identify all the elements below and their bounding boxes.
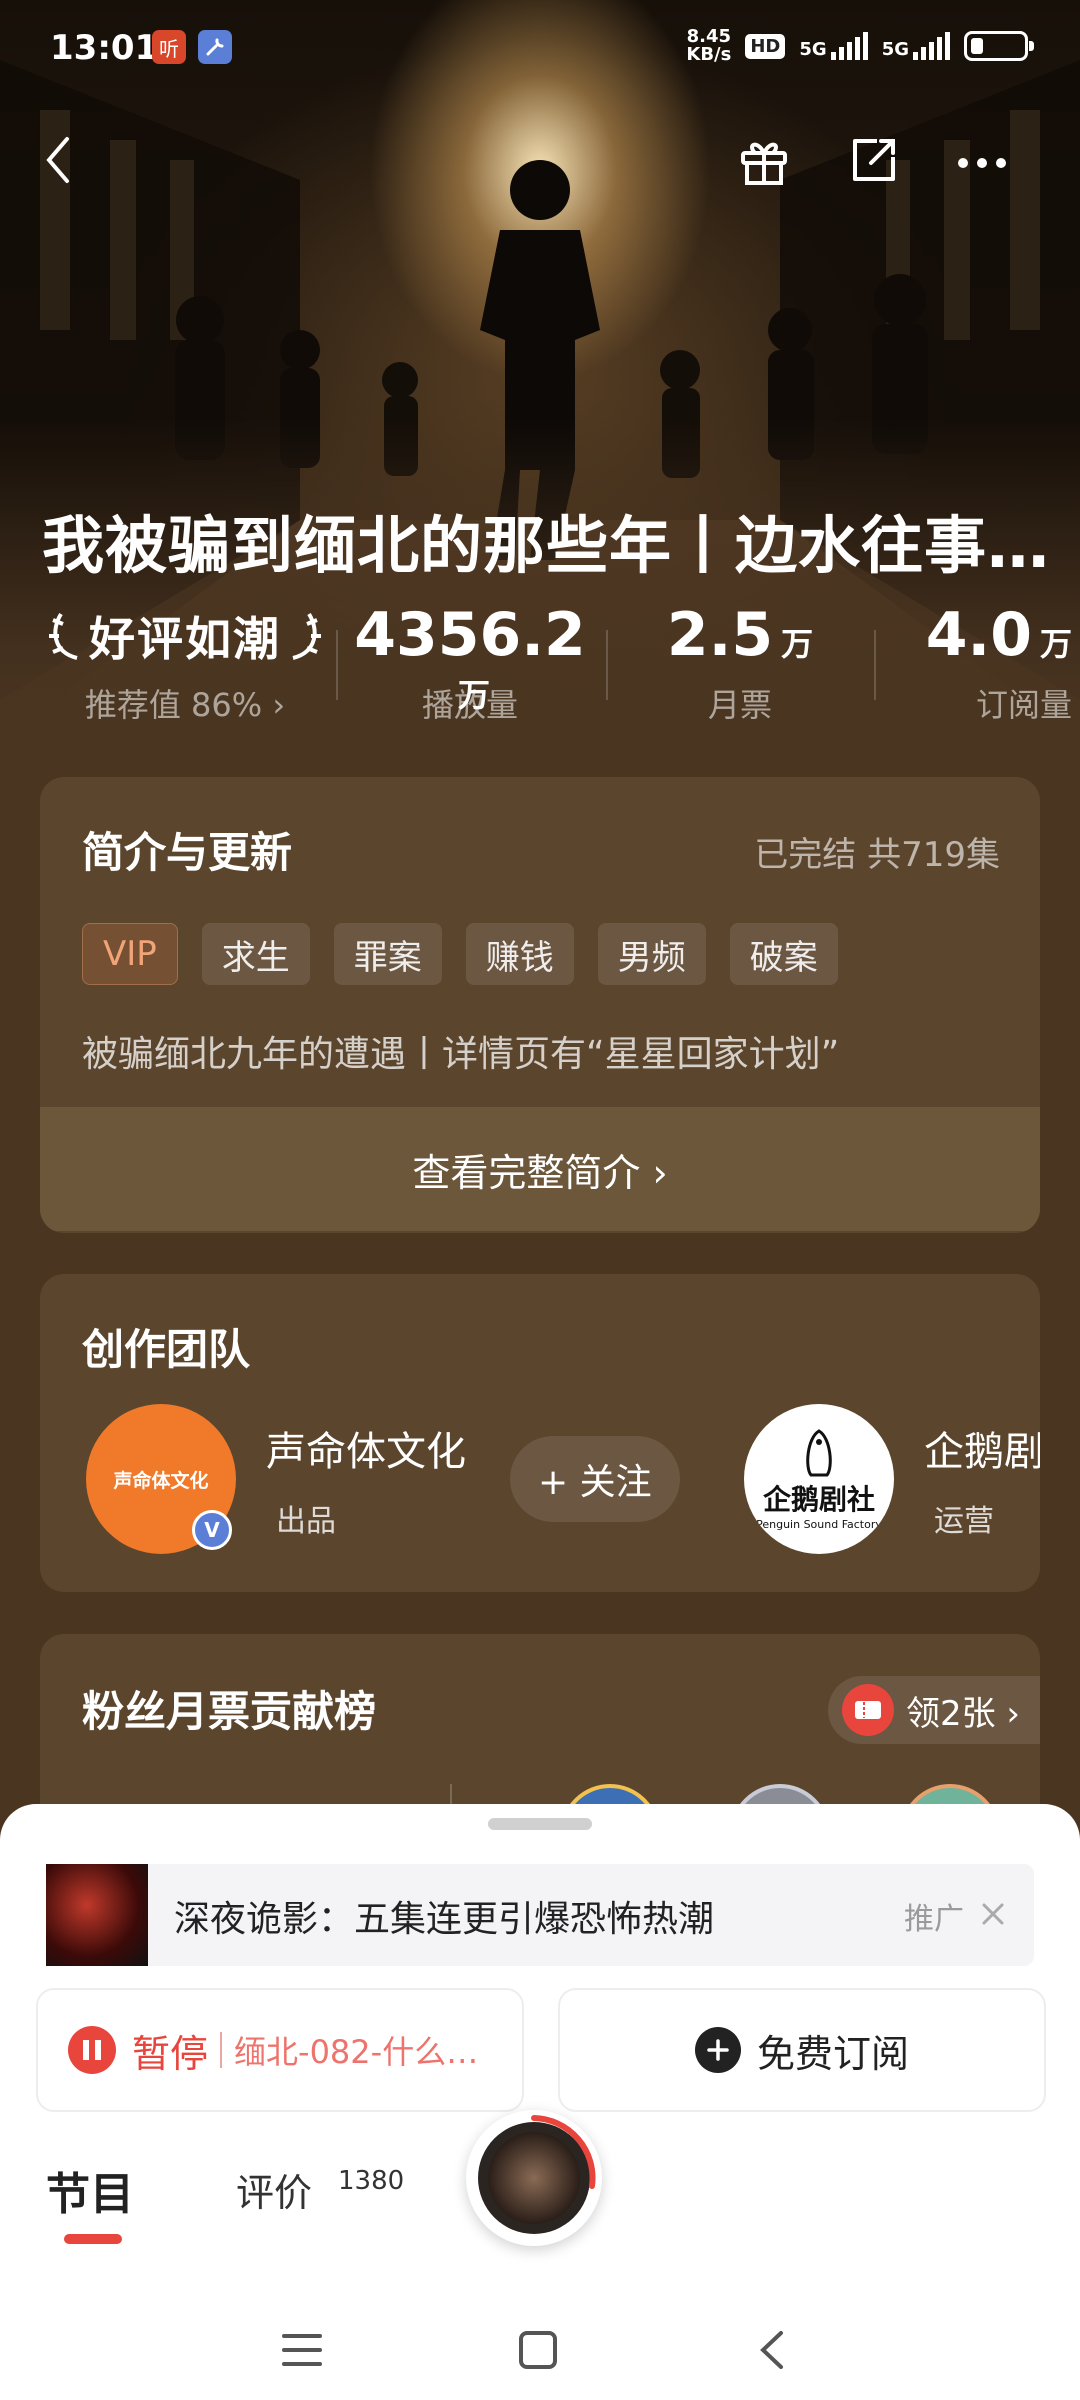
- promo-thumbnail: [46, 1864, 148, 1966]
- play-count-stat: 4356.2万 播放量: [340, 600, 600, 730]
- subscription-value: 4.0: [925, 600, 1032, 670]
- monthly-ticket-value: 2.5: [666, 600, 774, 670]
- divider: [606, 630, 608, 700]
- operator-role: 运营: [934, 1504, 994, 1539]
- now-playing-button[interactable]: 暂停 缅北-082-什么…: [36, 1988, 524, 2112]
- menu-icon[interactable]: [272, 2320, 332, 2380]
- review-count: 1380: [338, 2166, 405, 2196]
- follow-button[interactable]: + 关注: [510, 1436, 680, 1522]
- verified-badge-icon: V: [192, 1510, 232, 1550]
- tag-item[interactable]: 求生: [201, 923, 310, 985]
- more-options-icon[interactable]: [952, 130, 1012, 190]
- tag-item[interactable]: 男频: [597, 923, 706, 985]
- view-full-intro-button[interactable]: 查看完整简介 ›: [40, 1107, 1040, 1231]
- sheet-drag-handle[interactable]: [488, 1818, 592, 1830]
- wrench-icon: [198, 30, 232, 64]
- plus-icon: [694, 2027, 741, 2073]
- home-icon[interactable]: [508, 2320, 568, 2380]
- tag-item[interactable]: 赚钱: [465, 923, 574, 985]
- app-notification-icon: 听: [152, 30, 186, 64]
- divider: [874, 630, 876, 700]
- network-speed-unit: KB/s: [686, 44, 732, 65]
- rating-stat[interactable]: 好评如潮 推荐值 86% ›: [40, 600, 330, 730]
- back-nav-icon[interactable]: [742, 2320, 802, 2380]
- completion-status: 已完结 共719集: [754, 835, 1000, 875]
- creator-team-card: 创作团队 声命体文化 V 声命体文化 出品 + 关注 企鹅剧社 Penguin …: [40, 1274, 1040, 1592]
- play-count-value: 4356.2: [354, 600, 586, 670]
- rating-award: 好评如潮: [89, 612, 281, 666]
- tag-item[interactable]: 破案: [729, 923, 838, 985]
- status-bar: 13:01 听 8.45 KB/s HD 5G 5G: [0, 0, 1080, 100]
- sim2-label: 5G: [881, 39, 909, 60]
- creator-role: 出品: [276, 1504, 336, 1539]
- play-count-label: 播放量: [421, 686, 518, 724]
- status-indicators: 8.45 KB/s HD 5G 5G: [686, 28, 1034, 64]
- team-card-title: 创作团队: [82, 1325, 251, 1374]
- intro-update-card: 简介与更新 已完结 共719集 VIP 求生 罪案 赚钱 男频 破案 被骗缅北九…: [40, 777, 1040, 1233]
- tab-reviews[interactable]: 评价: [236, 2162, 312, 2217]
- monthly-ticket-stat[interactable]: 2.5 万 月票: [610, 600, 870, 730]
- subscription-stat: 4.0 万 订阅量: [880, 600, 1080, 730]
- promotion-banner[interactable]: 深夜诡影：五集连更引爆恐怖热潮 推广: [46, 1864, 1034, 1966]
- fans-card-title: 粉丝月票贡献榜: [82, 1687, 377, 1736]
- gift-icon[interactable]: [734, 130, 794, 190]
- creator-name[interactable]: 声命体文化: [266, 1419, 466, 1477]
- monthly-ticket-unit: 万: [781, 625, 814, 663]
- free-subscribe-label: 免费订阅: [756, 2031, 909, 2076]
- current-episode-title: 缅北-082-什么…: [234, 2033, 479, 2071]
- tag-item[interactable]: 罪案: [333, 923, 442, 985]
- signal-sim2-icon: 5G: [882, 32, 950, 60]
- laurel-right-icon: [292, 612, 321, 660]
- penguin-icon: [806, 1428, 832, 1476]
- tag-vip[interactable]: VIP: [82, 923, 178, 985]
- free-subscribe-button[interactable]: 免费订阅: [558, 1988, 1046, 2112]
- claim-coupon-label: 领2张 ›: [905, 1693, 1020, 1734]
- operator-name[interactable]: 企鹅剧社: [924, 1419, 1040, 1477]
- operator-avatar[interactable]: 企鹅剧社 Penguin Sound Factory: [744, 1404, 894, 1554]
- subscription-label: 订阅量: [975, 686, 1072, 724]
- album-summary: 被骗缅北九年的遭遇丨详情页有“星星回家计划”: [82, 1034, 840, 1075]
- album-title: 我被骗到缅北的那些年丨边水往事…: [42, 509, 1051, 582]
- monthly-ticket-label: 月票: [707, 686, 772, 724]
- network-speed: 8.45 KB/s: [686, 28, 731, 64]
- claim-coupon-button[interactable]: 领2张 ›: [827, 1676, 1040, 1744]
- recommend-value: 推荐值 86% ›: [84, 686, 286, 724]
- subscription-unit: 万: [1039, 625, 1072, 663]
- status-time: 13:01: [50, 28, 159, 68]
- pause-label: 暂停: [132, 2031, 209, 2076]
- operator-logo-text: 企鹅剧社: [762, 1482, 875, 1516]
- playing-disc[interactable]: [466, 2110, 602, 2246]
- operator-logo-subtext: Penguin Sound Factory: [756, 1517, 882, 1531]
- tag-list: VIP 求生 罪案 赚钱 男频 破案: [82, 923, 838, 985]
- back-icon[interactable]: [28, 130, 88, 190]
- creator-logo-text: 声命体文化: [113, 1469, 209, 1492]
- system-navigation-bar: [0, 2300, 1080, 2400]
- intro-card-title: 简介与更新: [82, 828, 293, 877]
- ticket-icon: [841, 1684, 894, 1736]
- promo-tag: 推广: [904, 1902, 964, 1937]
- album-stats: 好评如潮 推荐值 86% › 4356.2万 播放量 2.5 万 月票 4.0 万 …: [0, 600, 1080, 730]
- album-detail-page: 13:01 听 8.45 KB/s HD 5G 5G 我被骗到缅北的那些年丨边水…: [0, 0, 1080, 2400]
- sim1-label: 5G: [799, 39, 827, 60]
- hd-voice-badge: HD: [745, 33, 786, 59]
- promo-text: 深夜诡影：五集连更引爆恐怖热潮: [174, 1899, 715, 1940]
- pause-icon[interactable]: [68, 2026, 116, 2074]
- signal-sim1-icon: 5G: [799, 32, 868, 60]
- tab-episodes[interactable]: 节目: [46, 2158, 134, 2222]
- active-tab-indicator: [64, 2234, 122, 2244]
- laurel-left-icon: [49, 612, 78, 660]
- share-icon[interactable]: [844, 130, 904, 190]
- divider: [220, 2032, 223, 2068]
- divider: [336, 630, 338, 700]
- battery-icon: [964, 31, 1034, 61]
- close-icon[interactable]: [978, 1894, 1008, 1934]
